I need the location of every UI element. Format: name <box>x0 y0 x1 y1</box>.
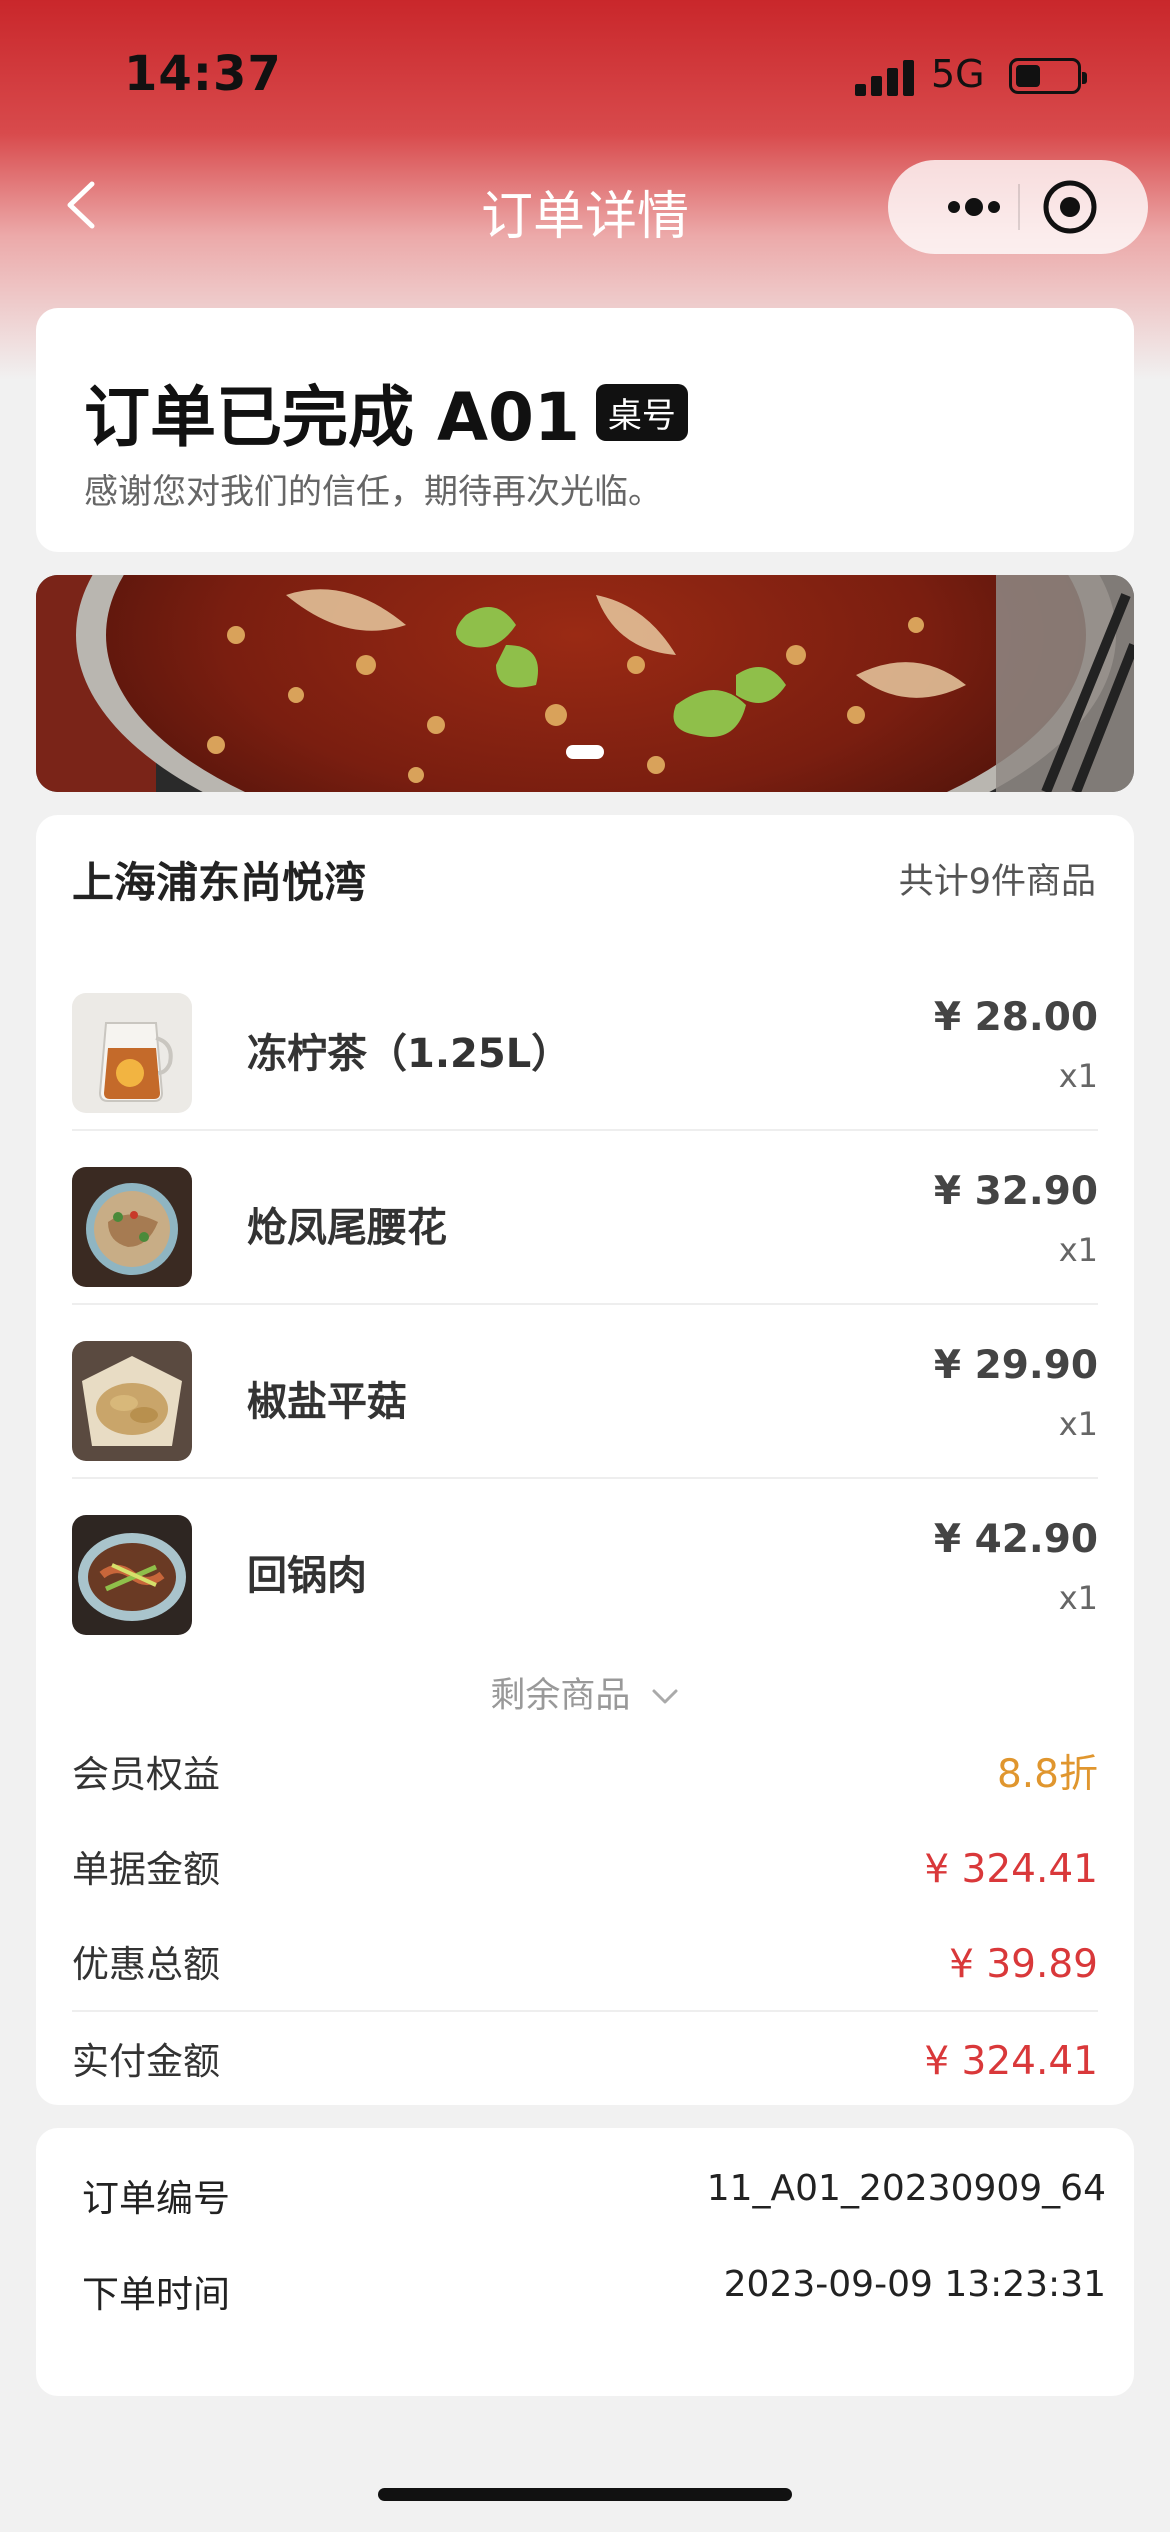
list-item[interactable]: 冻柠茶（1.25L） ¥ 28.00 x1 <box>72 957 1098 1131</box>
summary-label: 会员权益 <box>72 1753 220 1796</box>
item-price: ¥ 29.90 <box>933 1343 1098 1388</box>
summary-value: ¥ 324.41 <box>924 2039 1098 2084</box>
summary-label: 单据金额 <box>72 1848 220 1891</box>
summary-row-discount-total: 优惠总额 ¥ 39.89 <box>72 1917 1098 2012</box>
order-status-subtitle: 感谢您对我们的信任，期待再次光临。 <box>84 472 662 512</box>
item-quantity: x1 <box>1058 1405 1098 1443</box>
more-icon[interactable] <box>924 160 1020 254</box>
item-quantity: x1 <box>1058 1579 1098 1617</box>
item-price: ¥ 32.90 <box>933 1169 1098 1214</box>
divider <box>72 2010 1098 2012</box>
home-indicator[interactable] <box>378 2488 792 2501</box>
chevron-down-icon <box>652 1689 678 1704</box>
more-items-label: 剩余商品 <box>490 1676 631 1716</box>
banner-image <box>36 575 1134 792</box>
list-item[interactable]: 炝凤尾腰花 ¥ 32.90 x1 <box>72 1131 1098 1305</box>
order-status-title: 订单已完成 A01 <box>84 379 580 456</box>
order-items-card: 上海浦东尚悦湾 共计9件商品 冻柠茶（1.25L） ¥ 28.00 x1 炝凤尾… <box>36 815 1134 2105</box>
item-thumbnail <box>72 993 192 1113</box>
summary-row-paid-amount: 实付金额 ¥ 324.41 <box>72 2014 1098 2109</box>
item-thumbnail <box>72 1167 192 1287</box>
summary-value: 8.8折 <box>996 1752 1098 1797</box>
summary-label: 实付金额 <box>72 2040 220 2083</box>
summary-label: 优惠总额 <box>72 1943 220 1986</box>
summary-value: ¥ 39.89 <box>949 1942 1098 1987</box>
summary-row-member-benefit: 会员权益 8.8折 <box>72 1727 1098 1822</box>
item-price: ¥ 42.90 <box>933 1517 1098 1562</box>
item-thumbnail <box>72 1515 192 1635</box>
order-number-value[interactable]: 11_A01_20230909_64 <box>707 2168 1106 2209</box>
more-items-toggle[interactable]: 剩余商品 <box>36 1667 1134 1718</box>
info-label: 下单时间 <box>82 2273 230 2316</box>
item-name: 炝凤尾腰花 <box>247 1205 447 1251</box>
signal-icon <box>855 60 915 96</box>
order-status-card: 订单已完成 A01 桌号 感谢您对我们的信任，期待再次光临。 <box>36 308 1134 552</box>
item-name: 椒盐平菇 <box>247 1379 407 1425</box>
mini-program-capsule <box>888 160 1148 254</box>
list-item[interactable]: 回锅肉 ¥ 42.90 x1 <box>72 1479 1098 1653</box>
network-type: 5G <box>931 52 985 96</box>
battery-icon <box>1009 58 1087 94</box>
close-target-icon[interactable] <box>1040 177 1100 237</box>
order-time-value: 2023-09-09 13:23:31 <box>723 2264 1106 2305</box>
list-item[interactable]: 椒盐平菇 ¥ 29.90 x1 <box>72 1305 1098 1479</box>
info-label: 订单编号 <box>82 2177 230 2220</box>
summary-row-bill-amount: 单据金额 ¥ 324.41 <box>72 1822 1098 1917</box>
order-info-card: 订单编号 11_A01_20230909_64 下单时间 2023-09-09 … <box>36 2128 1134 2396</box>
summary-value: ¥ 324.41 <box>924 1847 1098 1892</box>
item-name: 回锅肉 <box>247 1553 367 1599</box>
status-time: 14:37 <box>124 46 282 102</box>
item-price: ¥ 28.00 <box>933 995 1098 1040</box>
status-bar: 14:37 5G <box>0 0 1170 150</box>
promo-banner[interactable] <box>36 575 1134 792</box>
item-name: 冻柠茶（1.25L） <box>247 1031 572 1077</box>
item-quantity: x1 <box>1058 1231 1098 1269</box>
capsule-divider <box>1018 184 1020 230</box>
table-badge: 桌号 <box>595 383 688 441</box>
item-quantity: x1 <box>1058 1057 1098 1095</box>
item-thumbnail <box>72 1341 192 1461</box>
store-name: 上海浦东尚悦湾 <box>72 858 367 907</box>
item-count: 共计9件商品 <box>898 862 1096 902</box>
nav-bar: 订单详情 <box>0 150 1170 260</box>
banner-page-indicator <box>566 745 604 759</box>
